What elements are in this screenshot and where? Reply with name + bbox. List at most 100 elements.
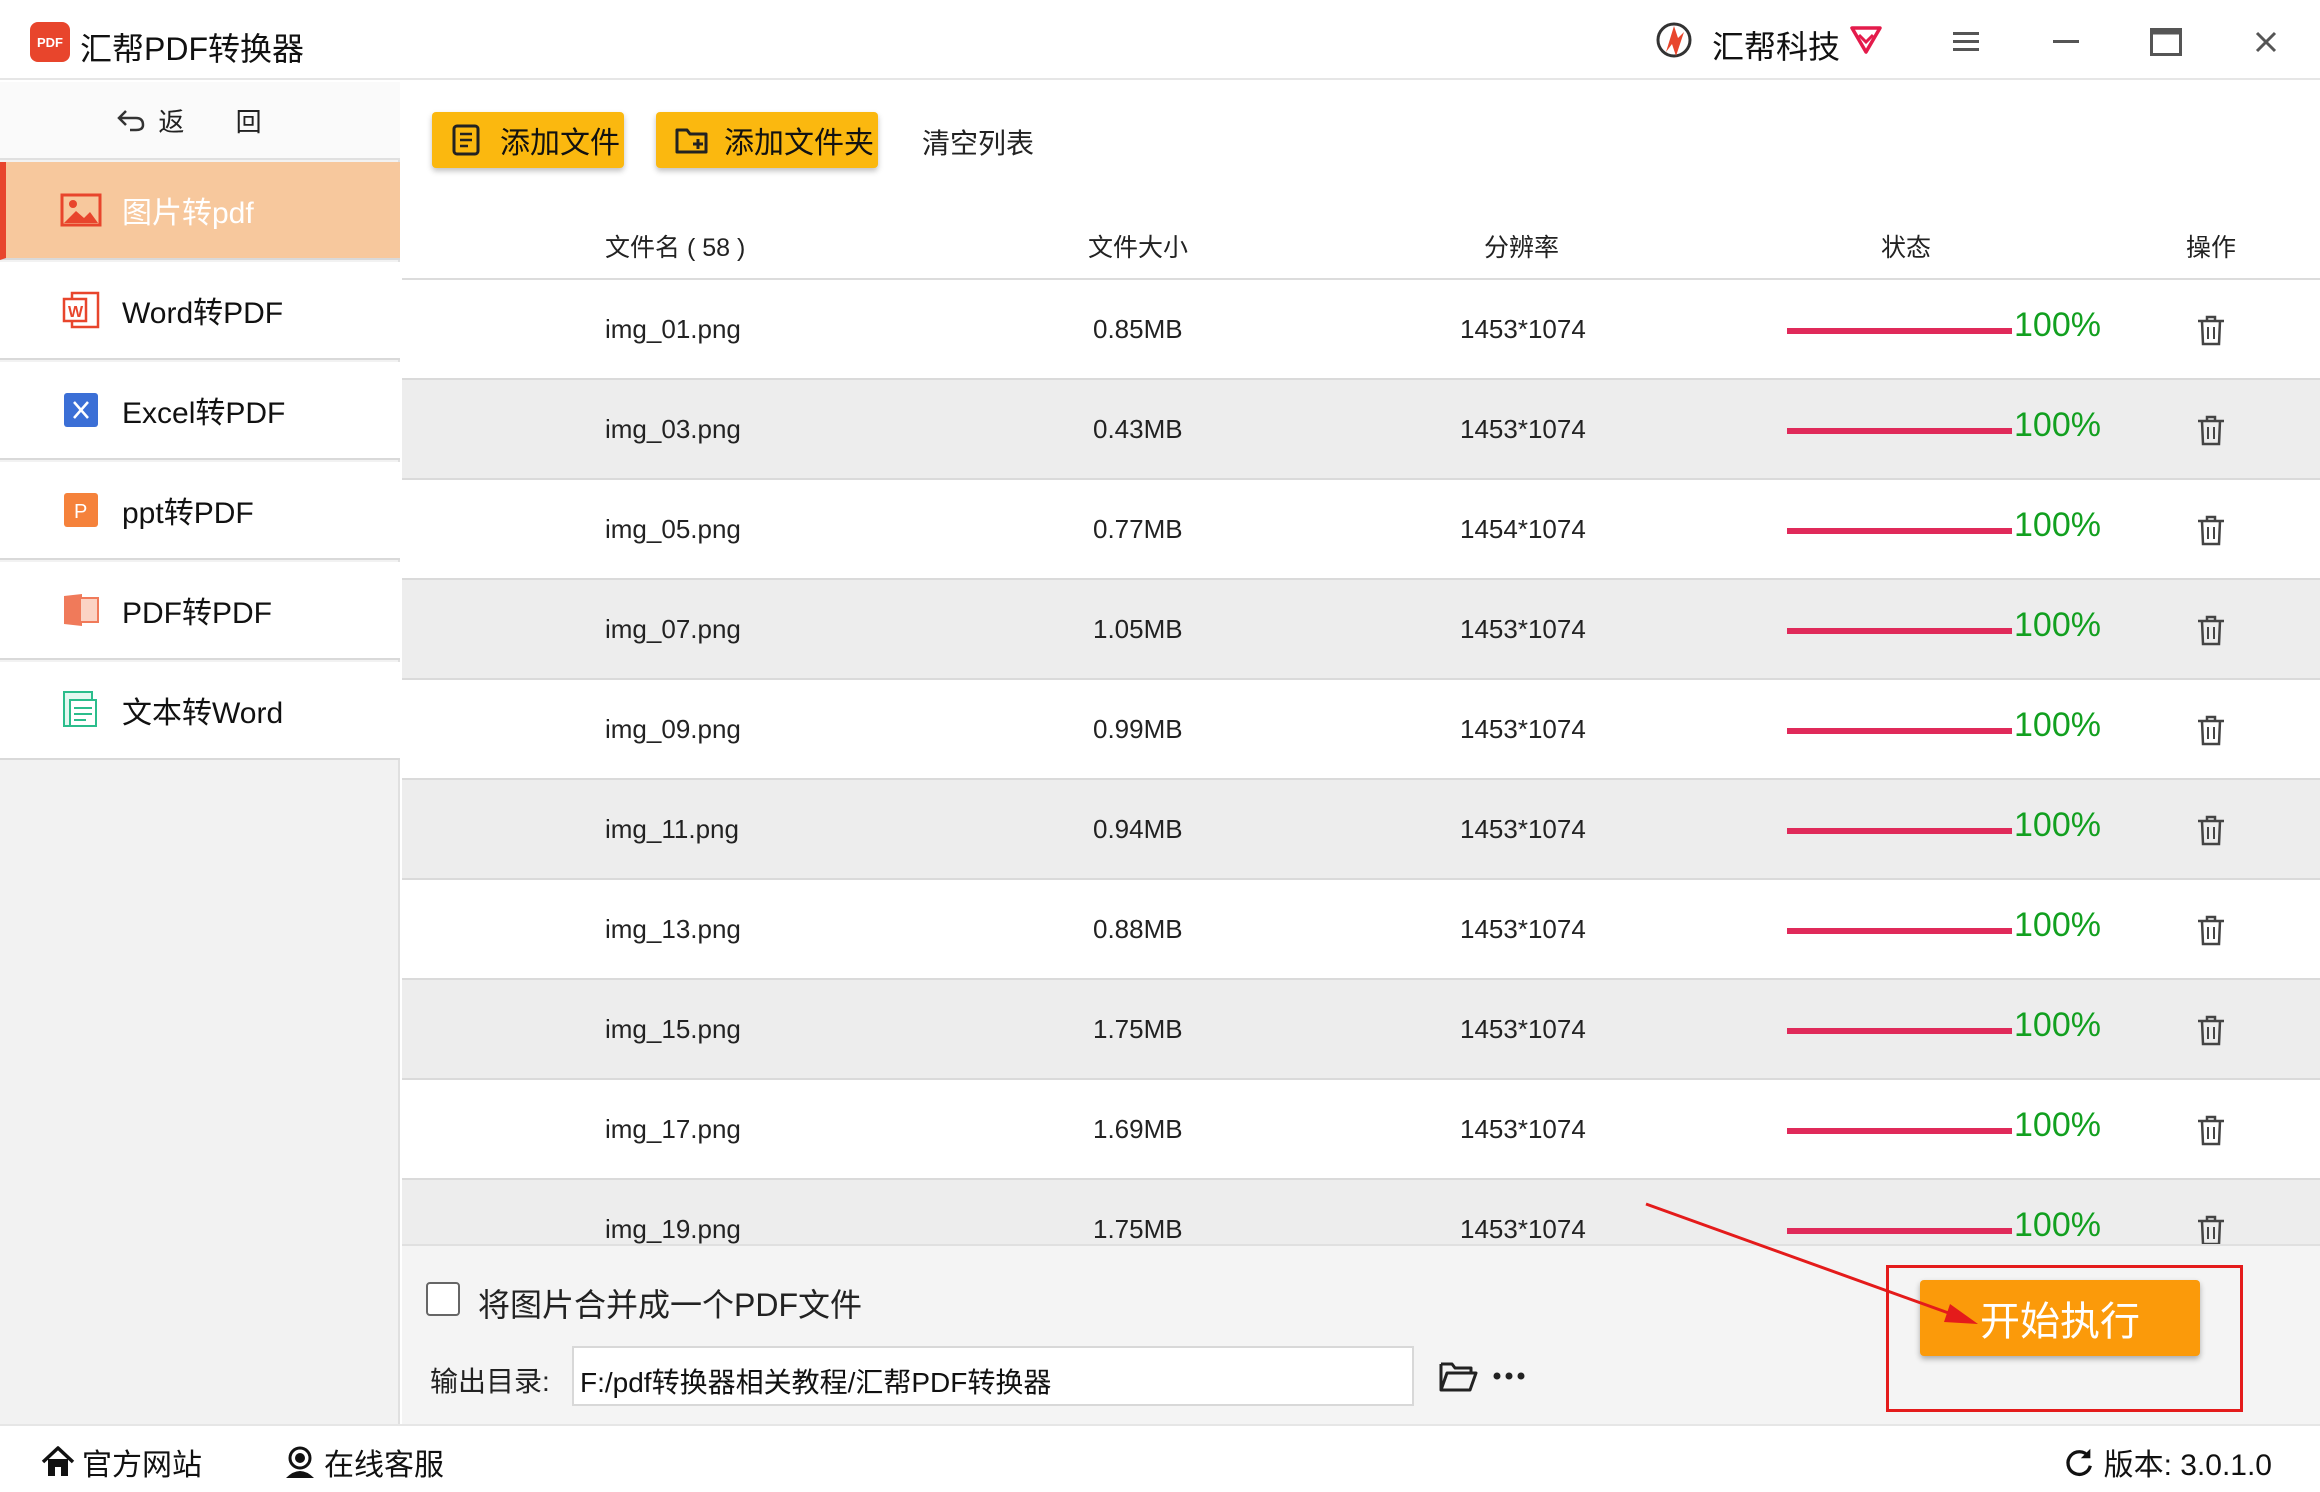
- vip-diamond-icon[interactable]: [1846, 18, 1886, 58]
- file-resolution: 1454*1074: [1460, 514, 1586, 544]
- sidebar-item-image-to-pdf[interactable]: 图片转pdf: [0, 162, 400, 260]
- sidebar-item-label: ppt转PDF: [122, 497, 254, 530]
- sidebar-item-label: 文本转Word: [122, 697, 284, 730]
- sidebar-item-label: Word转PDF: [122, 297, 284, 330]
- folder-open-icon[interactable]: [1438, 1358, 1478, 1394]
- sidebar-item-label: PDF转PDF: [122, 597, 272, 630]
- minimize-button[interactable]: [2036, 14, 2096, 70]
- add-folder-icon: [675, 128, 708, 154]
- official-website-link[interactable]: 官方网站: [40, 1440, 202, 1484]
- add-folder-label: 添加文件夹: [724, 127, 874, 160]
- delete-icon[interactable]: [2196, 514, 2226, 546]
- sidebar-item-word-to-pdf[interactable]: W Word转PDF: [0, 262, 400, 360]
- back-label: 返 回: [158, 106, 284, 137]
- delete-icon[interactable]: [2196, 614, 2226, 646]
- table-row[interactable]: img_09.png 0.99MB 1453*1074 100%: [402, 680, 2320, 780]
- app-title: 汇帮PDF转换器: [80, 31, 305, 67]
- online-support-link[interactable]: 在线客服: [282, 1440, 444, 1484]
- sidebar-item-excel-to-pdf[interactable]: Excel转PDF: [0, 362, 400, 460]
- status-text: 100%: [2014, 306, 2101, 344]
- add-file-label: 添加文件: [500, 127, 620, 160]
- image-icon: [60, 189, 102, 231]
- sidebar-item-ppt-to-pdf[interactable]: P ppt转PDF: [0, 462, 400, 560]
- output-dir-field[interactable]: F:/pdf转换器相关教程/汇帮PDF转换器: [572, 1346, 1414, 1406]
- table-row[interactable]: img_17.png 1.69MB 1453*1074 100%: [402, 1080, 2320, 1180]
- sidebar-item-label: Excel转PDF: [122, 397, 286, 430]
- file-table: img_01.png 0.85MB 1453*1074 100% img_03.…: [402, 280, 2320, 1244]
- sidebar-item-pdf-to-pdf[interactable]: PDF转PDF: [0, 562, 400, 660]
- file-name: img_07.png: [605, 614, 741, 644]
- progress-bar: [1787, 1128, 2012, 1134]
- file-size: 0.99MB: [1093, 714, 1183, 744]
- file-size: 0.85MB: [1093, 314, 1183, 344]
- merge-checkbox[interactable]: [426, 1282, 460, 1316]
- column-header-status: 状态: [1881, 234, 1932, 262]
- ppt-icon: P: [60, 489, 102, 531]
- menu-icon[interactable]: [1936, 14, 1996, 70]
- close-button[interactable]: [2236, 14, 2296, 70]
- file-name: img_01.png: [605, 314, 741, 344]
- delete-icon[interactable]: [2196, 414, 2226, 446]
- column-header-action: 操作: [2186, 234, 2237, 262]
- output-dir-label: 输出目录:: [430, 1366, 550, 1397]
- svg-text:W: W: [68, 304, 84, 321]
- file-resolution: 1453*1074: [1460, 1014, 1586, 1044]
- back-button[interactable]: 返 回: [0, 82, 400, 160]
- delete-icon[interactable]: [2196, 1114, 2226, 1146]
- progress-bar: [1787, 628, 2012, 634]
- text-doc-icon: [60, 689, 102, 731]
- website-label: 官方网站: [82, 1449, 202, 1482]
- clear-list-button[interactable]: 清空列表: [922, 122, 1034, 162]
- table-row[interactable]: img_03.png 0.43MB 1453*1074 100%: [402, 380, 2320, 480]
- delete-icon[interactable]: [2196, 314, 2226, 346]
- progress-bar: [1787, 428, 2012, 434]
- table-row[interactable]: img_11.png 0.94MB 1453*1074 100%: [402, 780, 2320, 880]
- app-logo: PDF: [30, 22, 70, 62]
- delete-icon[interactable]: [2196, 1214, 2226, 1244]
- column-header-resolution: 分辨率: [1484, 234, 1560, 262]
- status-text: 100%: [2014, 906, 2101, 944]
- progress-bar: [1787, 528, 2012, 534]
- delete-icon[interactable]: [2196, 914, 2226, 946]
- progress-bar: [1787, 928, 2012, 934]
- delete-icon[interactable]: [2196, 1014, 2226, 1046]
- file-size: 1.69MB: [1093, 1114, 1183, 1144]
- table-row[interactable]: img_07.png 1.05MB 1453*1074 100%: [402, 580, 2320, 680]
- word-icon: W: [60, 289, 102, 331]
- file-resolution: 1453*1074: [1460, 314, 1586, 344]
- file-name: img_11.png: [605, 814, 739, 844]
- add-folder-button[interactable]: 添加文件夹: [656, 112, 878, 168]
- support-icon: [286, 1446, 314, 1478]
- table-row[interactable]: img_01.png 0.85MB 1453*1074 100%: [402, 280, 2320, 380]
- file-size: 1.75MB: [1093, 1014, 1183, 1044]
- main-panel: 添加文件 添加文件夹 清空列表 文件名 ( 58 ) 文件大小 分辨率 状态 操…: [402, 82, 2320, 1424]
- refresh-icon[interactable]: [2062, 1445, 2096, 1479]
- table-row[interactable]: img_05.png 0.77MB 1454*1074 100%: [402, 480, 2320, 580]
- delete-icon[interactable]: [2196, 714, 2226, 746]
- status-text: 100%: [2014, 506, 2101, 544]
- table-row[interactable]: img_19.png 1.75MB 1453*1074 100%: [402, 1180, 2320, 1244]
- delete-icon[interactable]: [2196, 814, 2226, 846]
- progress-bar: [1787, 1228, 2012, 1234]
- pdf-icon: [60, 589, 102, 631]
- file-name: img_19.png: [605, 1214, 741, 1244]
- svg-text:P: P: [74, 501, 87, 523]
- table-row[interactable]: img_13.png 0.88MB 1453*1074 100%: [402, 880, 2320, 980]
- column-header-size: 文件大小: [1088, 234, 1189, 262]
- file-name: img_09.png: [605, 714, 741, 744]
- file-size: 0.88MB: [1093, 914, 1183, 944]
- maximize-button[interactable]: [2136, 14, 2196, 70]
- status-bar: 官方网站 在线客服 版本: 3.0.1.0: [0, 1424, 2320, 1492]
- version-label: 版本: 3.0.1.0: [2103, 1449, 2272, 1482]
- file-resolution: 1453*1074: [1460, 714, 1586, 744]
- more-icon[interactable]: [1492, 1364, 1526, 1388]
- sidebar-item-label: 图片转pdf: [122, 197, 254, 230]
- status-text: 100%: [2014, 1206, 2101, 1244]
- file-name: img_17.png: [605, 1114, 741, 1144]
- add-file-button[interactable]: 添加文件: [432, 112, 624, 168]
- sidebar-item-text-to-word[interactable]: 文本转Word: [0, 662, 400, 760]
- table-row[interactable]: img_15.png 1.75MB 1453*1074 100%: [402, 980, 2320, 1080]
- file-name: img_15.png: [605, 1014, 741, 1044]
- status-text: 100%: [2014, 406, 2101, 444]
- add-file-icon: [452, 124, 480, 156]
